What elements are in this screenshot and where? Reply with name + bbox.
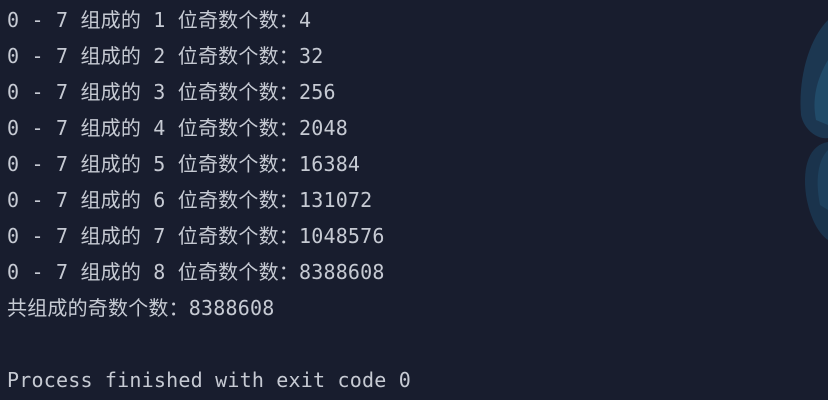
console-line: 0 - 7 组成的 7 位奇数个数：1048576 <box>7 224 385 248</box>
run-console-output[interactable]: 0 - 7 组成的 1 位奇数个数：4 0 - 7 组成的 2 位奇数个数：32… <box>0 0 828 400</box>
console-line: 0 - 7 组成的 2 位奇数个数：32 <box>7 44 324 68</box>
console-line: 0 - 7 组成的 3 位奇数个数：256 <box>7 80 336 104</box>
process-exit-line: Process finished with exit code 0 <box>7 368 411 392</box>
console-lines: 0 - 7 组成的 1 位奇数个数：4 0 - 7 组成的 2 位奇数个数：32… <box>7 2 411 398</box>
console-line: 0 - 7 组成的 1 位奇数个数：4 <box>7 8 312 32</box>
console-summary-line: 共组成的奇数个数：8388608 <box>7 296 275 320</box>
background-artwork <box>800 20 828 240</box>
console-line: 0 - 7 组成的 8 位奇数个数：8388608 <box>7 260 385 284</box>
console-line: 0 - 7 组成的 6 位奇数个数：131072 <box>7 188 373 212</box>
console-line: 0 - 7 组成的 4 位奇数个数：2048 <box>7 116 348 140</box>
console-line: 0 - 7 组成的 5 位奇数个数：16384 <box>7 152 361 176</box>
